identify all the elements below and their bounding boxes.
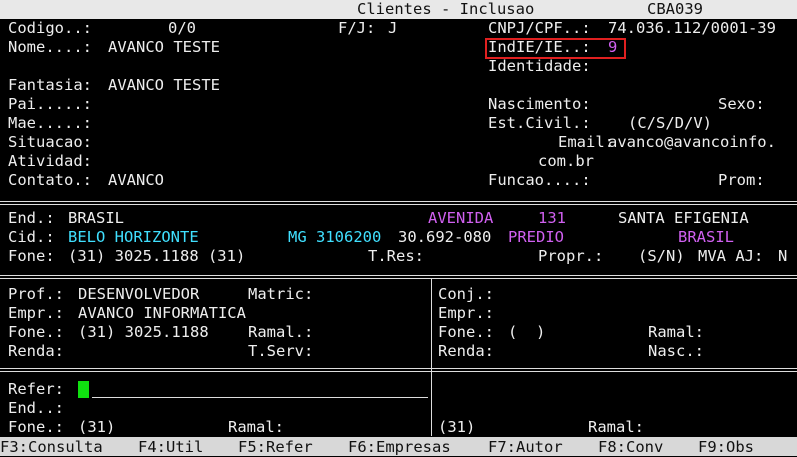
nascimento-label: Nascimento: xyxy=(488,95,591,113)
situacao-label: Situacao: xyxy=(8,133,92,151)
fone-field[interactable]: (31) 3025.1188 (31) xyxy=(68,247,245,266)
divider-line xyxy=(0,204,797,205)
fantasia-label: Fantasia: xyxy=(8,76,92,94)
pais-field[interactable]: BRASIL xyxy=(678,228,734,247)
refer-label: Refer: xyxy=(8,380,64,398)
sexo-label: Sexo: xyxy=(718,95,765,113)
refer-ramal-label: Ramal: xyxy=(228,418,284,436)
numero-field[interactable]: 131 xyxy=(538,209,566,228)
complemento-field[interactable]: PREDIO xyxy=(508,228,564,247)
divider-line xyxy=(0,278,797,279)
function-key-bar: F3:Consulta F4:Util F5:Refer F6:Empresas… xyxy=(0,437,797,456)
email-label: Email: xyxy=(558,133,614,151)
window-title: Clientes - Inclusao xyxy=(357,0,535,18)
email-field-line2[interactable]: com.br xyxy=(538,152,594,171)
atividade-label: Atividad: xyxy=(8,152,92,170)
refer-fone-label: Fone.: xyxy=(8,418,64,436)
prof-label: Prof.: xyxy=(8,285,64,303)
highlight-box xyxy=(485,38,626,59)
funcao-label: Funcao....: xyxy=(488,171,591,189)
conj-label: Conj.: xyxy=(438,285,494,303)
divider-line xyxy=(0,201,797,202)
mva-field[interactable]: N xyxy=(778,247,787,266)
cid-label: Cid.: xyxy=(8,228,55,246)
fj-label: F/J: xyxy=(338,19,376,37)
conj-empr-label: Empr.: xyxy=(438,304,494,322)
conj-fone-field[interactable]: ( ) xyxy=(508,323,545,342)
conj-nasc-label: Nasc.: xyxy=(648,342,704,360)
divider-line xyxy=(0,371,797,372)
conj-fone-label: Fone.: xyxy=(438,323,494,341)
conj-ramal-label: Ramal: xyxy=(648,323,704,341)
fone-label: Fone: xyxy=(8,247,55,265)
contato-label: Contato.: xyxy=(8,171,92,189)
fkey-autor[interactable]: F7:Autor xyxy=(488,438,563,457)
refer-fone-field[interactable]: (31) xyxy=(78,418,115,437)
prof-fone-label: Fone.: xyxy=(8,323,64,341)
text-cursor xyxy=(78,381,89,398)
estcivil-hint: (C/S/D/V) xyxy=(628,114,712,132)
empr-label: Empr.: xyxy=(8,304,64,322)
cep-field[interactable]: 30.692-080 xyxy=(398,228,491,247)
cnpj-label: CNPJ/CPF..: xyxy=(488,19,591,37)
divider-line xyxy=(0,368,797,369)
refer-input[interactable] xyxy=(92,397,428,398)
fkey-refer[interactable]: F5:Refer xyxy=(238,438,313,457)
tipo-logradouro-field[interactable]: AVENIDA xyxy=(428,209,493,228)
conj-renda-label: Renda: xyxy=(438,342,494,360)
prom-label: Prom: xyxy=(718,171,765,189)
cnpj-field[interactable]: 74.036.112/0001-39 xyxy=(608,19,776,38)
fkey-empresas[interactable]: F6:Empresas xyxy=(348,438,451,457)
estcivil-label: Est.Civil.: xyxy=(488,114,591,132)
prof-ramal-label: Ramal.: xyxy=(248,323,314,341)
end-label: End.: xyxy=(8,209,55,227)
end-field[interactable]: BRASIL xyxy=(68,209,124,228)
tres-label: T.Res: xyxy=(368,247,424,265)
refer2-ramal-label: Ramal: xyxy=(588,418,644,436)
uf-ibge-field[interactable]: MG 3106200 xyxy=(288,228,381,247)
fkey-obs[interactable]: F9:Obs xyxy=(698,438,754,457)
fkey-conv[interactable]: F8:Conv xyxy=(598,438,663,457)
fkey-util[interactable]: F4:Util xyxy=(138,438,203,457)
identidade-label: Identidade: xyxy=(488,57,591,75)
cidade-field[interactable]: BELO HORIZONTE xyxy=(68,228,199,247)
bairro-field[interactable]: SANTA EFIGENIA xyxy=(618,209,749,228)
matric-label: Matric: xyxy=(248,285,314,303)
divider-line xyxy=(0,275,797,276)
propr-hint: (S/N) xyxy=(638,247,685,265)
contato-field[interactable]: AVANCO xyxy=(108,171,164,190)
empr-field[interactable]: AVANCO INFORMATICA xyxy=(78,304,246,323)
mae-label: Mae.....: xyxy=(8,114,92,132)
mva-label: MVA AJ: xyxy=(698,247,764,265)
title-bar: Clientes - Inclusao CBA039 xyxy=(0,0,797,19)
column-divider xyxy=(431,278,432,436)
codigo-label: Codigo..: xyxy=(8,19,92,37)
tserv-label: T.Serv: xyxy=(248,342,314,360)
refer2-fone-field[interactable]: (31) xyxy=(438,418,475,437)
nome-label: Nome....: xyxy=(8,38,92,56)
pai-label: Pai.....: xyxy=(8,95,92,113)
codigo-field[interactable]: 0/0 xyxy=(168,19,196,38)
email-field-line1[interactable]: avanco@avancoinfo. xyxy=(608,133,776,152)
refer-end-label: End..: xyxy=(8,399,64,417)
prof-field[interactable]: DESENVOLVEDOR xyxy=(78,285,199,304)
nome-field[interactable]: AVANCO TESTE xyxy=(108,38,220,57)
fantasia-field[interactable]: AVANCO TESTE xyxy=(108,76,220,95)
renda-label: Renda: xyxy=(8,342,64,360)
fkey-consulta[interactable]: F3:Consulta xyxy=(0,438,103,457)
fj-field[interactable]: J xyxy=(388,19,397,38)
screen-code: CBA039 xyxy=(647,0,703,18)
prof-fone-field[interactable]: (31) 3025.1188 xyxy=(78,323,209,342)
propr-label: Propr.: xyxy=(538,247,604,265)
